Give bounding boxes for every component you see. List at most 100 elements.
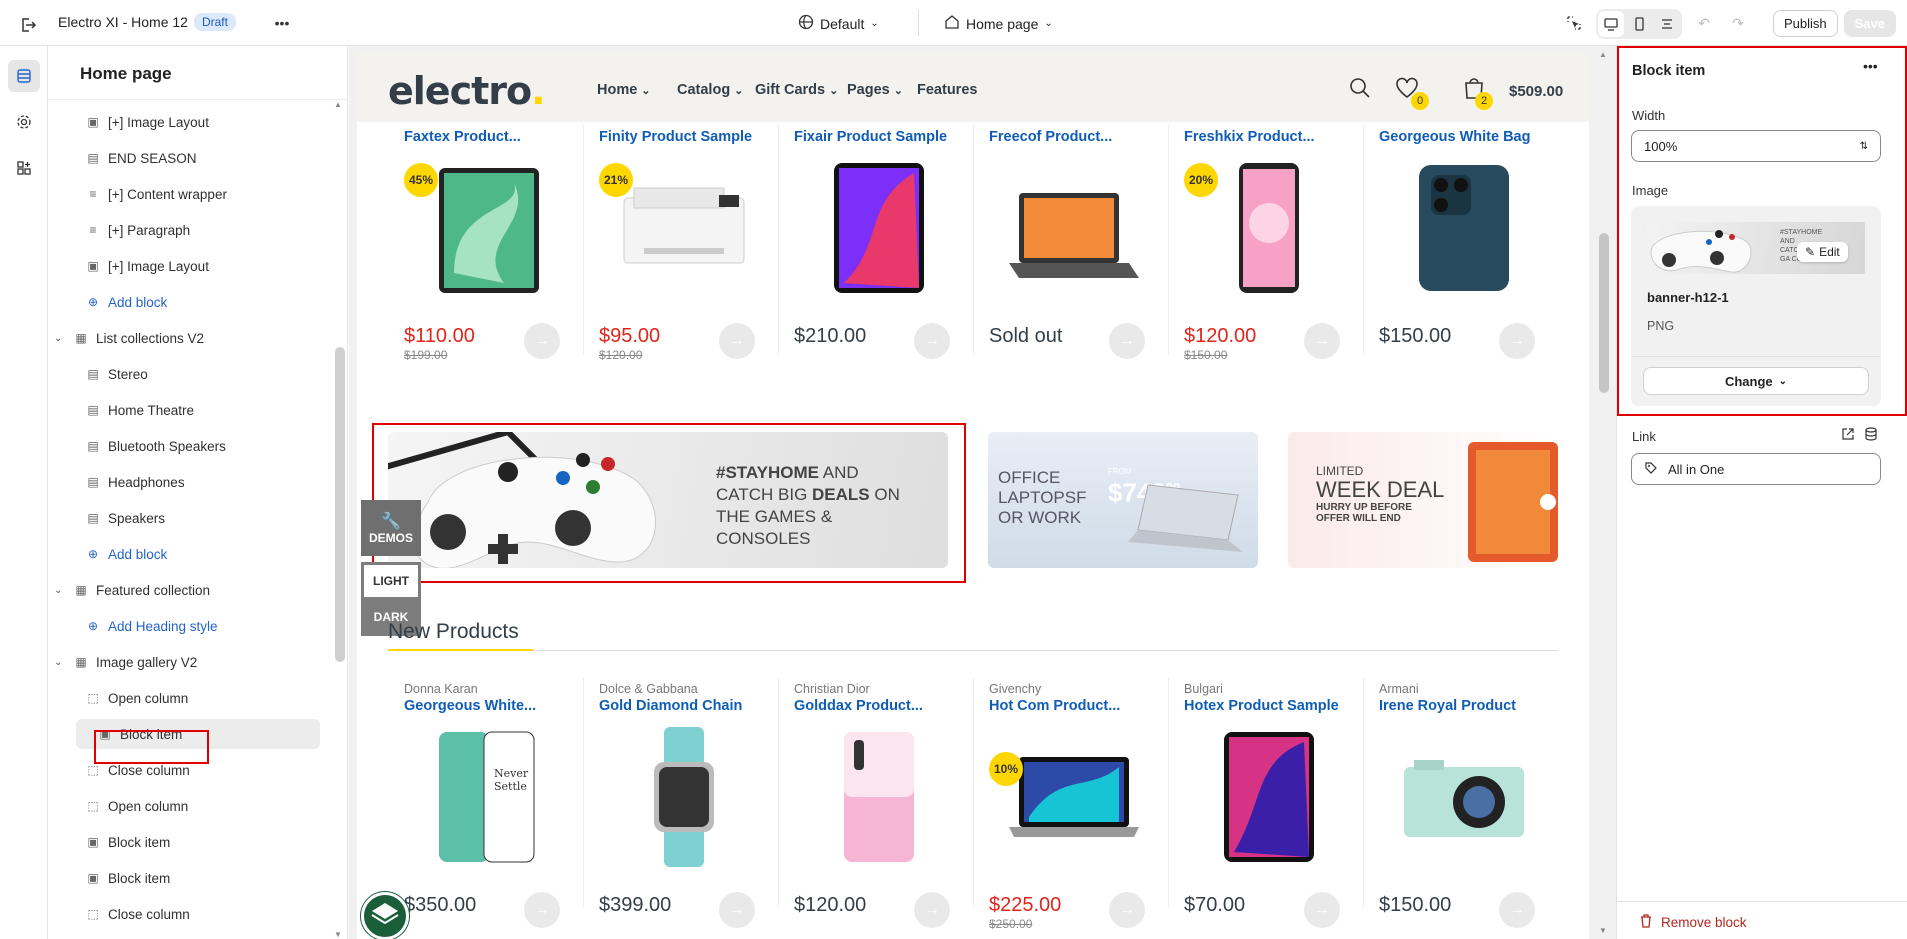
add-to-cart-icon[interactable]: → <box>719 323 755 359</box>
product-name[interactable]: Hotex Product Sample <box>1184 698 1379 714</box>
add-to-cart-icon[interactable]: → <box>1499 323 1535 359</box>
arrow-right-icon[interactable]: → <box>1304 892 1340 928</box>
sidebar-item[interactable]: ⊕ Add block <box>86 287 167 317</box>
demos-button[interactable]: 🔧 DEMOS <box>361 500 421 556</box>
add-to-cart-icon[interactable]: → <box>719 892 755 928</box>
image-thumbnail[interactable]: #STAYHOME AND CATCH THE GA CONSC ✎ Edit <box>1647 222 1865 274</box>
sidebar-item[interactable]: ▣ Block item <box>86 863 170 893</box>
product-card[interactable]: Dolce & Gabbana Gold Diamond Chain $399.00… <box>599 682 794 928</box>
product-image[interactable] <box>1194 722 1344 872</box>
sidebar-scrollbar[interactable]: ▲ ▼ <box>333 100 347 939</box>
banner-office-laptops[interactable]: OFFICE LAPTOPSF OR WORK FROM $74999 <box>988 432 1258 568</box>
product-image[interactable] <box>804 722 954 872</box>
add-to-cart-icon[interactable]: → <box>1499 892 1535 928</box>
sections-icon[interactable] <box>8 60 40 92</box>
product-name[interactable]: Fixair Product Sample <box>794 129 989 145</box>
more-actions-icon[interactable]: ••• <box>268 9 296 37</box>
sidebar-item[interactable]: ⌄ ▦ List collections V2 <box>54 323 204 353</box>
product-name[interactable]: Faxtex Product... <box>404 129 599 145</box>
add-to-cart-icon[interactable]: → <box>524 323 560 359</box>
search-icon[interactable] <box>1346 74 1374 102</box>
product-name[interactable]: Freshkix Product... <box>1184 129 1379 145</box>
product-card[interactable]: Georgeous White Bag $150.00 → <box>1379 129 1574 359</box>
product-name[interactable]: Georgeous White Bag <box>1379 129 1574 145</box>
product-card[interactable]: Faxtex Product... 45% $110.00 $199.00 → <box>404 129 599 362</box>
width-select[interactable]: 100% ⇅ <box>1631 130 1881 162</box>
undo-icon[interactable]: ↶ <box>1690 9 1718 37</box>
product-card[interactable]: Bulgari Hotex Product Sample $70.00 → <box>1184 682 1379 928</box>
add-to-cart-icon[interactable]: → <box>1109 323 1145 359</box>
product-name[interactable]: Golddax Product... <box>794 698 989 714</box>
arrow-right-icon[interactable]: → <box>524 892 560 928</box>
redo-icon[interactable]: ↷ <box>1724 9 1752 37</box>
product-name[interactable]: Hot Com Product... <box>989 698 1184 714</box>
product-card[interactable]: Armani Irene Royal Product $150.00 → <box>1379 682 1574 928</box>
dynamic-source-icon[interactable] <box>1864 427 1878 444</box>
exit-button[interactable] <box>14 11 42 39</box>
theme-default-selector[interactable]: Default ⌄ <box>798 14 879 33</box>
nav-item[interactable]: Home ⌄ <box>597 82 651 98</box>
preview-scrollbar[interactable]: ▲ ▼ <box>1597 50 1611 935</box>
product-name[interactable]: Freecof Product... <box>989 129 1184 145</box>
sidebar-item[interactable]: ▣ Block item <box>86 827 170 857</box>
product-card[interactable]: Finity Product Sample 21% $95.00 $120.00 → <box>599 129 794 362</box>
nav-item[interactable]: Gift Cards ⌄ <box>755 82 838 98</box>
add-to-cart-icon[interactable]: → <box>1109 892 1145 928</box>
product-card[interactable]: Donna Karan Georgeous White... Never Settle… <box>404 682 599 928</box>
arrow-right-icon[interactable]: → <box>914 323 950 359</box>
product-image[interactable] <box>1389 153 1539 303</box>
external-link-icon[interactable] <box>1841 427 1855 444</box>
product-image[interactable] <box>999 153 1149 303</box>
arrow-right-icon[interactable]: → <box>914 892 950 928</box>
sidebar-item[interactable]: ▣ Block item <box>76 719 320 749</box>
sidebar-item[interactable]: ⊕ Add block <box>86 539 167 569</box>
fullwidth-icon[interactable] <box>1654 11 1680 37</box>
product-card[interactable]: Freecof Product... Sold out → <box>989 129 1184 359</box>
store-logo[interactable]: electro. <box>388 69 546 113</box>
product-name[interactable]: Georgeous White... <box>404 698 599 714</box>
sidebar-item[interactable]: ▤ Bluetooth Speakers <box>86 431 226 461</box>
product-card[interactable]: Freshkix Product... 20% $120.00 $150.00 → <box>1184 129 1379 362</box>
nav-item[interactable]: Pages ⌄ <box>847 82 903 98</box>
product-image[interactable]: Never Settle <box>414 722 564 872</box>
add-to-cart-icon[interactable]: → <box>1304 323 1340 359</box>
sidebar-item[interactable]: ▤ Home Theatre <box>86 395 194 425</box>
sidebar-item[interactable]: ▤ END SEASON <box>86 143 196 173</box>
product-image[interactable] <box>1389 722 1539 872</box>
sidebar-item[interactable]: ▤ Speakers <box>86 503 165 533</box>
sidebar-item[interactable]: ⌄ ▦ Featured collection <box>54 575 210 605</box>
panel-more-icon[interactable]: ••• <box>1863 58 1878 74</box>
nav-item[interactable]: Features <box>917 82 977 98</box>
apps-icon[interactable] <box>8 152 40 184</box>
banner-week-deal[interactable]: LIMITED WEEK DEAL HURRY UP BEFORE OFFER … <box>1288 432 1558 568</box>
sidebar-item[interactable]: ⬚ Open column <box>86 683 188 713</box>
link-field[interactable]: All in One <box>1631 453 1881 485</box>
remove-block-button[interactable]: Remove block <box>1639 914 1747 931</box>
chevron-down-icon[interactable]: ⌄ <box>54 333 66 344</box>
desktop-icon[interactable] <box>1598 11 1624 37</box>
edit-image-button[interactable]: ✎ Edit <box>1797 242 1848 262</box>
sidebar-item[interactable]: ⬚ Close column <box>86 755 189 785</box>
product-card[interactable]: Christian Dior Golddax Product... $120.00 → <box>794 682 989 928</box>
banner-stayhome[interactable]: #STAYHOME AND CATCH BIG DEALS ON THE GAM… <box>388 432 948 568</box>
product-card[interactable]: Fixair Product Sample $210.00 → <box>794 129 989 359</box>
chat-widget-icon[interactable] <box>361 892 409 939</box>
publish-button[interactable]: Publish <box>1773 10 1838 37</box>
page-selector[interactable]: Home page ⌄ <box>944 14 1053 33</box>
settings-gear-icon[interactable] <box>8 106 40 138</box>
sidebar-item[interactable]: ⬚ Open column <box>86 791 188 821</box>
sidebar-item[interactable]: ⊕ Add Heading style <box>86 611 218 641</box>
product-image[interactable] <box>609 722 759 872</box>
product-name[interactable]: Gold Diamond Chain <box>599 698 794 714</box>
nav-item[interactable]: Catalog ⌄ <box>677 82 743 98</box>
save-button[interactable]: Save <box>1843 10 1897 37</box>
sidebar-item[interactable]: ≡ [+] Paragraph <box>86 215 190 245</box>
sidebar-item[interactable]: ⬚ Close column <box>86 899 189 929</box>
mobile-icon[interactable] <box>1626 11 1652 37</box>
product-name[interactable]: Finity Product Sample <box>599 129 794 145</box>
chevron-down-icon[interactable]: ⌄ <box>54 657 66 668</box>
change-image-button[interactable]: Change ⌄ <box>1643 367 1869 395</box>
sidebar-item[interactable]: ≡ [+] Content wrapper <box>86 179 226 209</box>
chevron-down-icon[interactable]: ⌄ <box>54 585 66 596</box>
product-image[interactable] <box>804 153 954 303</box>
